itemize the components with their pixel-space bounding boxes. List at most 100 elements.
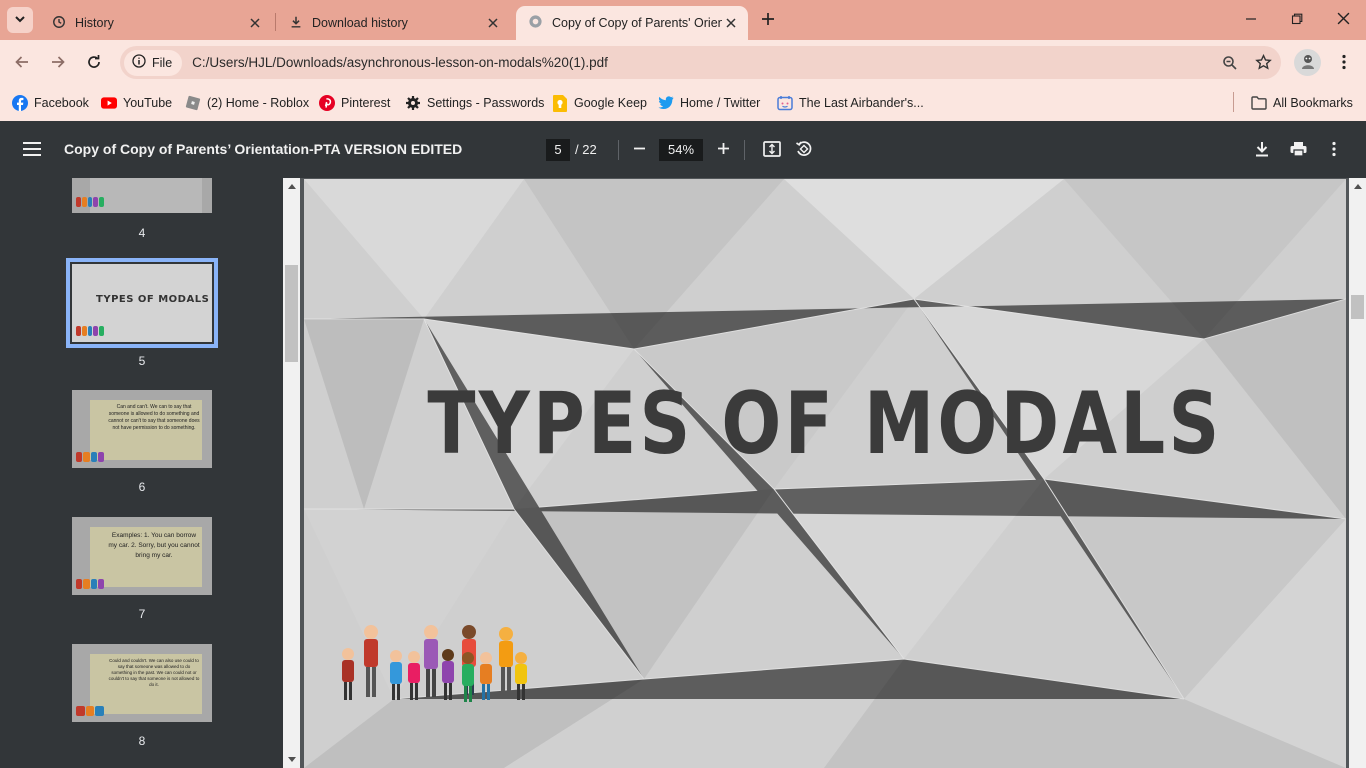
url-text[interactable]: C:/Users/HJL/Downloads/asynchronous-less…	[192, 55, 1215, 70]
thumbnail-image[interactable]: Examples: 1. You can borrow my car. 2. S…	[72, 517, 212, 595]
history-icon	[52, 15, 66, 32]
gear-icon	[405, 95, 421, 111]
close-icon[interactable]	[722, 14, 740, 32]
thumbnail-page-4[interactable]: · · · · · · · · · · · · · · · · 4	[66, 178, 218, 265]
tab-pdf-document[interactable]: Copy of Copy of Parents' Orientation-PTA…	[516, 6, 748, 40]
kids-illustration	[76, 579, 104, 589]
pinterest-icon	[319, 95, 335, 111]
bookmarks-bar: Facebook YouTube (2) Home - Roblox Pinte…	[0, 85, 1366, 121]
zoom-level-input[interactable]: 54%	[659, 139, 703, 161]
zoom-in-button[interactable]	[710, 137, 736, 163]
bookmarks-divider	[1233, 92, 1234, 112]
pdf-toolbar: Copy of Copy of Parents’ Orientation-PTA…	[0, 121, 1366, 178]
kids-illustration	[76, 326, 104, 336]
scroll-up-arrow[interactable]	[1349, 179, 1366, 193]
toolbar-divider	[744, 140, 745, 160]
browser-toolbar: File C:/Users/HJL/Downloads/asynchronous…	[0, 40, 1366, 85]
tab-download-history[interactable]: Download history	[277, 6, 510, 40]
thumbnail-page-5[interactable]: TYPES OF MODALS 5	[66, 258, 218, 368]
minimize-button[interactable]	[1228, 0, 1274, 40]
page-scrollbar[interactable]	[1349, 178, 1366, 768]
globe-icon	[528, 14, 543, 32]
print-icon	[1290, 141, 1307, 160]
bookmark-settings-passwords[interactable]: Settings - Passwords	[405, 91, 544, 115]
tab-search-button[interactable]	[7, 7, 33, 33]
fit-page-icon	[763, 140, 781, 160]
bookmark-roblox[interactable]: (2) Home - Roblox	[185, 91, 309, 115]
thumbnail-image[interactable]: Could and couldn't. We can also use coul…	[72, 644, 212, 722]
page-scrollbar-thumb[interactable]	[1351, 295, 1364, 319]
back-button[interactable]	[7, 48, 37, 78]
site-info-chip[interactable]: File	[124, 49, 183, 76]
tab-divider	[275, 13, 276, 31]
download-button[interactable]	[1249, 137, 1275, 163]
rotate-icon	[795, 140, 813, 161]
bookmark-label: Settings - Passwords	[427, 96, 545, 110]
tab-title: Copy of Copy of Parents' Orientation-PTA…	[552, 16, 722, 30]
bookmark-label: Google Keep	[574, 96, 647, 110]
scroll-up-arrow[interactable]	[283, 179, 300, 193]
close-window-button[interactable]	[1320, 0, 1366, 40]
browser-menu-button[interactable]	[1330, 48, 1358, 78]
thumbnail-page-8[interactable]: Could and couldn't. We can also use coul…	[66, 644, 218, 754]
bookmark-label: Pinterest	[341, 96, 391, 110]
address-bar[interactable]: File C:/Users/HJL/Downloads/asynchronous…	[120, 46, 1281, 79]
profile-avatar[interactable]	[1294, 49, 1321, 76]
arrow-left-icon	[14, 54, 30, 73]
fit-to-page-button[interactable]	[759, 137, 785, 163]
bookmark-label: (2) Home - Roblox	[207, 96, 310, 110]
reload-button[interactable]	[79, 48, 109, 78]
download-icon	[1255, 141, 1269, 160]
thumbnail-page-6[interactable]: Can and can't. We can to say that someon…	[66, 390, 218, 500]
restore-icon	[1291, 13, 1303, 28]
all-bookmarks-button[interactable]: All Bookmarks	[1251, 91, 1353, 115]
pdf-more-options-button[interactable]	[1321, 137, 1347, 163]
sidebar-toggle-button[interactable]	[18, 137, 46, 163]
zoom-icon[interactable]	[1215, 48, 1245, 78]
page-number-input[interactable]: 5	[546, 139, 570, 161]
reload-icon	[86, 54, 102, 73]
pdf-page: TYPES OF MODALS	[304, 179, 1346, 768]
bookmark-facebook[interactable]: Facebook	[12, 91, 89, 115]
bookmark-youtube[interactable]: YouTube	[101, 91, 172, 115]
thumbnail-image[interactable]: Can and can't. We can to say that someon…	[72, 390, 212, 468]
plus-icon	[717, 142, 730, 158]
bookmark-last-airbander[interactable]: The Last Airbander's...	[777, 91, 924, 115]
calendar-icon	[777, 95, 793, 111]
thumbnail-sidebar: · · · · · · · · · · · · · · · · 4 TYPES …	[0, 178, 283, 768]
bookmark-pinterest[interactable]: Pinterest	[319, 91, 390, 115]
tab-history[interactable]: History	[40, 6, 272, 40]
info-icon	[132, 54, 146, 71]
thumbnail-number: 7	[138, 607, 146, 621]
forward-button[interactable]	[43, 48, 73, 78]
thumbnail-image[interactable]: TYPES OF MODALS	[66, 258, 218, 348]
sidebar-scrollbar-thumb[interactable]	[285, 265, 298, 362]
thumbnail-page-7[interactable]: Examples: 1. You can borrow my car. 2. S…	[66, 517, 218, 627]
restore-button[interactable]	[1274, 0, 1320, 40]
new-tab-button[interactable]	[756, 8, 780, 32]
thumbnail-number: 5	[138, 354, 146, 368]
tab-title: Download history	[312, 16, 408, 30]
print-button[interactable]	[1285, 137, 1311, 163]
bookmark-twitter[interactable]: Home / Twitter	[658, 91, 760, 115]
kids-illustration	[76, 706, 105, 716]
scroll-down-arrow[interactable]	[283, 752, 300, 766]
bookmark-star-icon[interactable]	[1248, 48, 1278, 78]
bookmark-label: Facebook	[34, 96, 89, 110]
tab-title: History	[75, 16, 114, 30]
close-icon[interactable]	[484, 14, 502, 32]
zoom-out-button[interactable]	[626, 137, 652, 163]
thumbnail-text: · · · · · · · · · · · · · · · ·	[90, 178, 202, 213]
thumbnail-text: Could and couldn't. We can also use coul…	[90, 654, 202, 714]
site-info-label: File	[152, 55, 173, 70]
arrow-right-icon	[50, 54, 66, 73]
more-vertical-icon	[1332, 141, 1336, 160]
close-icon	[1337, 12, 1350, 28]
thumbnail-image[interactable]: · · · · · · · · · · · · · · · ·	[72, 178, 212, 213]
facebook-icon	[12, 95, 28, 111]
kids-illustration	[76, 197, 104, 207]
rotate-button[interactable]	[791, 137, 817, 163]
thumbnail-number: 4	[138, 226, 146, 240]
bookmark-google-keep[interactable]: Google Keep	[552, 91, 647, 115]
close-icon[interactable]	[246, 14, 264, 32]
